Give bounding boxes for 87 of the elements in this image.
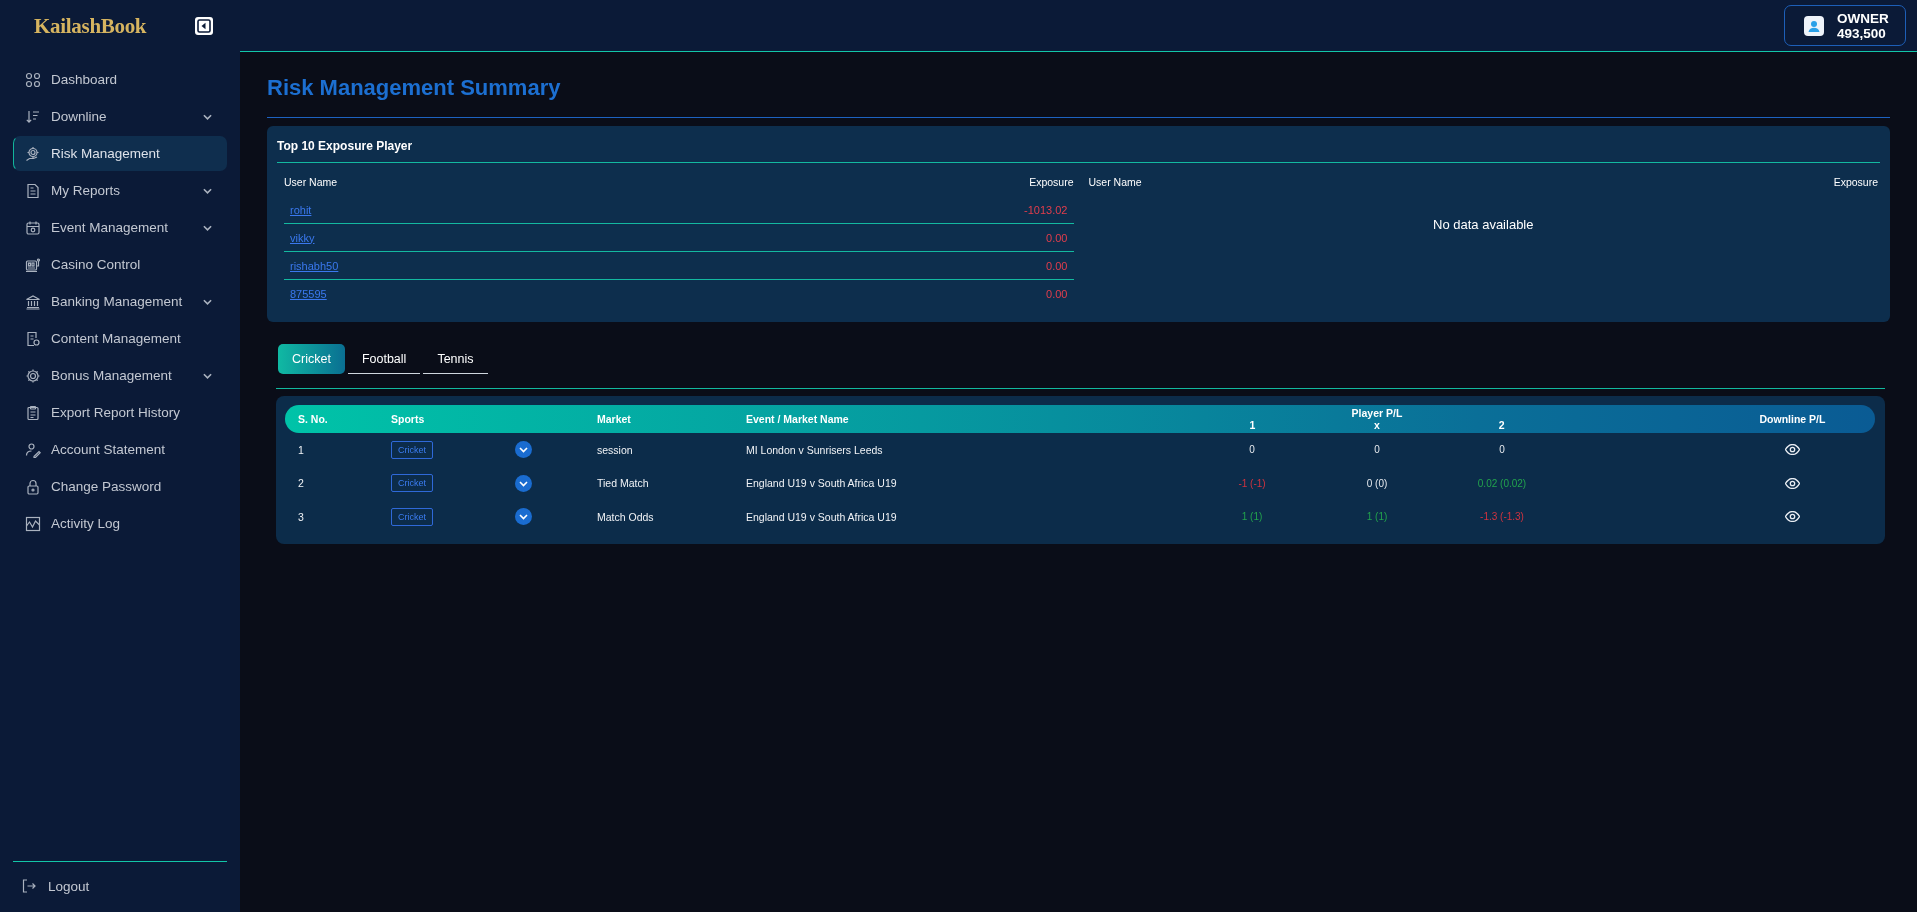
account-button[interactable]: OWNER 493,500 — [1784, 5, 1906, 46]
document-icon — [25, 330, 41, 347]
column-header: Exposure — [1833, 176, 1878, 188]
sidebar-item[interactable]: Bonus Management — [13, 358, 227, 393]
pl-value: 0 — [1249, 444, 1255, 456]
grid-icon — [25, 71, 41, 88]
pl-value: 0 — [1374, 444, 1380, 456]
chevron-down-icon[interactable] — [515, 441, 532, 459]
sidebar-item[interactable]: Change Password — [13, 469, 227, 504]
pl-value: 0 (0) — [1366, 477, 1388, 489]
column-header: User Name — [1088, 176, 1142, 188]
sidebar-item[interactable]: Activity Log — [13, 506, 227, 541]
user-icon — [1804, 15, 1824, 36]
column-header: 1 — [1249, 419, 1256, 431]
sidebar-item[interactable]: Casino Control — [13, 247, 227, 282]
sidebar-toggle-icon[interactable] — [195, 17, 213, 35]
sport-tag: Cricket — [391, 507, 433, 526]
chevron-down-icon[interactable] — [515, 508, 532, 526]
chevron-down-icon — [203, 113, 212, 120]
chevron-down-icon — [203, 372, 212, 379]
exposure-value: -1013.02 — [1024, 203, 1068, 216]
sport-tab[interactable]: Cricket — [278, 344, 345, 374]
column-header: Player P/L — [1351, 407, 1403, 419]
pl-value: 1 (1) — [1366, 511, 1388, 523]
page-title: Risk Management Summary — [267, 74, 561, 102]
sidebar-item[interactable]: Banking Management — [13, 284, 227, 319]
pl-value: -1.3 (-1.3) — [1480, 511, 1524, 523]
document-icon — [25, 182, 41, 199]
table-cell: session — [597, 443, 633, 456]
table-cell: Match Odds — [597, 510, 654, 523]
sort-icon — [25, 108, 41, 125]
chevron-down-icon[interactable] — [515, 474, 532, 492]
bank-icon — [25, 293, 41, 310]
pl-value: 1 (1) — [1241, 511, 1263, 523]
sidebar-item[interactable]: Export Report History — [13, 395, 227, 430]
calendar-icon — [25, 219, 41, 236]
sport-tab[interactable]: Football — [347, 344, 421, 374]
brand-logo: KailashBook — [34, 13, 147, 39]
sidebar-item[interactable]: Event Management — [13, 210, 227, 245]
pl-value: 0 — [1499, 444, 1505, 456]
column-header: S. No. — [298, 413, 329, 425]
slot-machine-icon — [25, 256, 41, 273]
table-cell: Tied Match — [597, 477, 649, 490]
pl-value: -1 (-1) — [1238, 477, 1266, 489]
column-header: 2 — [1498, 419, 1505, 431]
user-edit-icon — [25, 441, 41, 458]
column-header: Sports — [391, 413, 426, 425]
sport-tab[interactable]: Tennis — [423, 344, 488, 374]
activity-chart-icon — [25, 515, 41, 532]
eye-icon[interactable] — [1785, 511, 1800, 523]
sidebar-item[interactable]: Dashboard — [13, 62, 227, 97]
column-header: Exposure — [1029, 176, 1074, 188]
sidebar-item[interactable]: Account Statement — [13, 432, 227, 467]
pl-value: 0.02 (0.02) — [1477, 477, 1527, 489]
eye-icon[interactable] — [1785, 444, 1800, 456]
column-header: User Name — [284, 176, 338, 188]
sport-tag: Cricket — [391, 440, 433, 459]
clipboard-icon — [25, 404, 41, 421]
gear-icon — [25, 367, 41, 384]
exposure-value: 0.00 — [1046, 231, 1068, 244]
exposure-value: 0.00 — [1046, 259, 1068, 272]
column-header: Downline P/L — [1759, 413, 1826, 425]
eye-icon[interactable] — [1785, 477, 1800, 489]
logout-link[interactable]: Logout — [13, 868, 227, 904]
chevron-down-icon — [203, 224, 212, 231]
table-cell: England U19 v South Africa U19 — [746, 510, 897, 523]
panel-title: Top 10 Exposure Player — [277, 139, 413, 153]
column-header: Event / Market Name — [746, 413, 850, 425]
lock-icon — [25, 478, 41, 495]
column-header: x — [1374, 419, 1380, 431]
sidebar-item[interactable]: Downline — [13, 99, 227, 134]
empty-message: No data available — [1433, 216, 1534, 232]
table-cell: 1 — [298, 443, 304, 456]
table-cell: 3 — [298, 510, 304, 523]
sidebar-item[interactable]: Risk Management — [13, 136, 227, 171]
table-cell: 2 — [298, 477, 304, 490]
sidebar-item[interactable]: My Reports — [13, 173, 227, 208]
column-header: Market — [597, 413, 632, 425]
table-cell: MI London v Sunrisers Leeds — [746, 443, 883, 456]
chevron-down-icon — [203, 298, 212, 305]
sidebar-item[interactable]: Content Management — [13, 321, 227, 356]
exposure-value: 0.00 — [1046, 288, 1068, 300]
logout-icon — [21, 878, 37, 894]
chevron-down-icon — [203, 187, 212, 194]
sport-tag: Cricket — [391, 474, 433, 493]
gear-icon — [25, 145, 41, 162]
table-cell: England U19 v South Africa U19 — [746, 477, 897, 490]
